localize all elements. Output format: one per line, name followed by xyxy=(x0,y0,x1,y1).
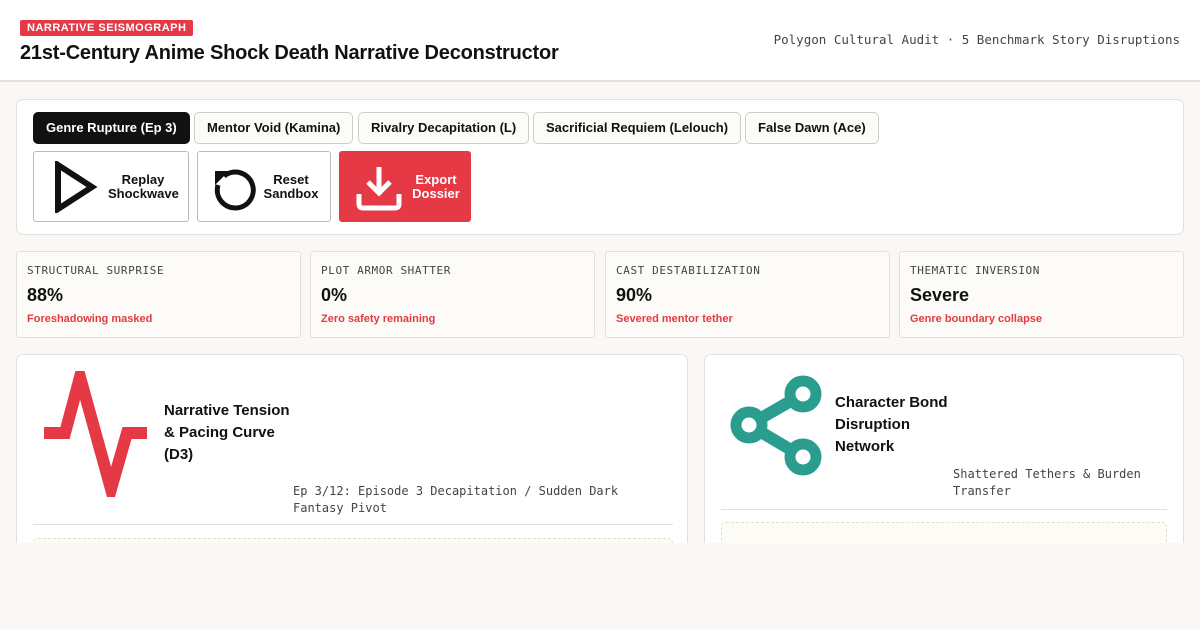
page-subtitle: Polygon Cultural Audit · 5 Benchmark Sto… xyxy=(773,32,1180,47)
bond-network-card: Character Bond Disruption Network Shatte… xyxy=(704,354,1184,554)
replay-shockwave-button[interactable]: Replay Shockwave xyxy=(33,151,189,222)
control-panel: Genre Rupture (Ep 3) Mentor Void (Kamina… xyxy=(16,99,1184,235)
stat-note: Genre boundary collapse xyxy=(910,313,1043,325)
stat-card-cast-destabilization: CAST DESTABILIZATION 90% Severed mentor … xyxy=(605,251,890,338)
replay-shockwave-label: Replay Shockwave xyxy=(108,172,179,201)
stat-key: THEMATIC INVERSION xyxy=(910,264,1041,277)
app-header: NARRATIVE SEISMOGRAPH 21st-Century Anime… xyxy=(0,0,1200,82)
stat-key: STRUCTURAL SURPRISE xyxy=(27,264,165,277)
divider xyxy=(33,524,673,525)
stat-value: Severe xyxy=(910,285,970,305)
reset-sandbox-label: Reset Sandbox xyxy=(263,172,319,201)
page-title: 21st-Century Anime Shock Death Narrative… xyxy=(20,42,559,64)
stat-value: 0% xyxy=(321,285,348,305)
export-dossier-button[interactable]: Export Dossier xyxy=(339,151,471,222)
stat-note: Zero safety remaining xyxy=(321,313,436,325)
export-dossier-label: Export Dossier xyxy=(412,172,460,201)
stat-key: CAST DESTABILIZATION xyxy=(616,264,761,277)
tension-card-meta: Ep 3/12: Episode 3 Decapitation / Sudden… xyxy=(293,484,619,515)
page-footer-space xyxy=(0,543,1200,630)
tab-mentor-void[interactable]: Mentor Void (Kamina) xyxy=(194,112,354,144)
share-network-icon xyxy=(730,375,822,476)
tab-genre-rupture[interactable]: Genre Rupture (Ep 3) xyxy=(33,112,190,144)
network-card-meta: Shattered Tethers & Burden Transfer xyxy=(953,467,1141,498)
stat-note: Severed mentor tether xyxy=(616,313,733,325)
stat-card-thematic-inversion: THEMATIC INVERSION Severe Genre boundary… xyxy=(899,251,1184,338)
download-icon xyxy=(356,167,402,211)
divider xyxy=(721,509,1167,510)
play-icon xyxy=(55,161,98,213)
stat-card-plot-armor-shatter: PLOT ARMOR SHATTER 0% Zero safety remain… xyxy=(310,251,595,338)
tension-card-title: Narrative Tension & Pacing Curve (D3) xyxy=(164,402,290,463)
stat-value: 90% xyxy=(616,285,653,305)
tab-false-dawn[interactable]: False Dawn (Ace) xyxy=(745,112,879,144)
tab-rivalry-decapitation[interactable]: Rivalry Decapitation (L) xyxy=(358,112,530,144)
stat-note: Foreshadowing masked xyxy=(27,313,153,325)
stat-card-structural-surprise: STRUCTURAL SURPRISE 88% Foreshadowing ma… xyxy=(16,251,301,338)
pulse-icon xyxy=(44,371,147,497)
stat-key: PLOT ARMOR SHATTER xyxy=(321,264,452,277)
network-card-title: Character Bond Disruption Network xyxy=(835,394,948,455)
reset-sandbox-button[interactable]: Reset Sandbox xyxy=(197,151,331,222)
reset-icon xyxy=(214,169,256,211)
header-badge: NARRATIVE SEISMOGRAPH xyxy=(20,20,194,36)
tension-curve-card: Narrative Tension & Pacing Curve (D3) Ep… xyxy=(16,354,688,554)
stat-value: 88% xyxy=(27,285,64,305)
tab-sacrificial-requiem[interactable]: Sacrificial Requiem (Lelouch) xyxy=(533,112,742,144)
